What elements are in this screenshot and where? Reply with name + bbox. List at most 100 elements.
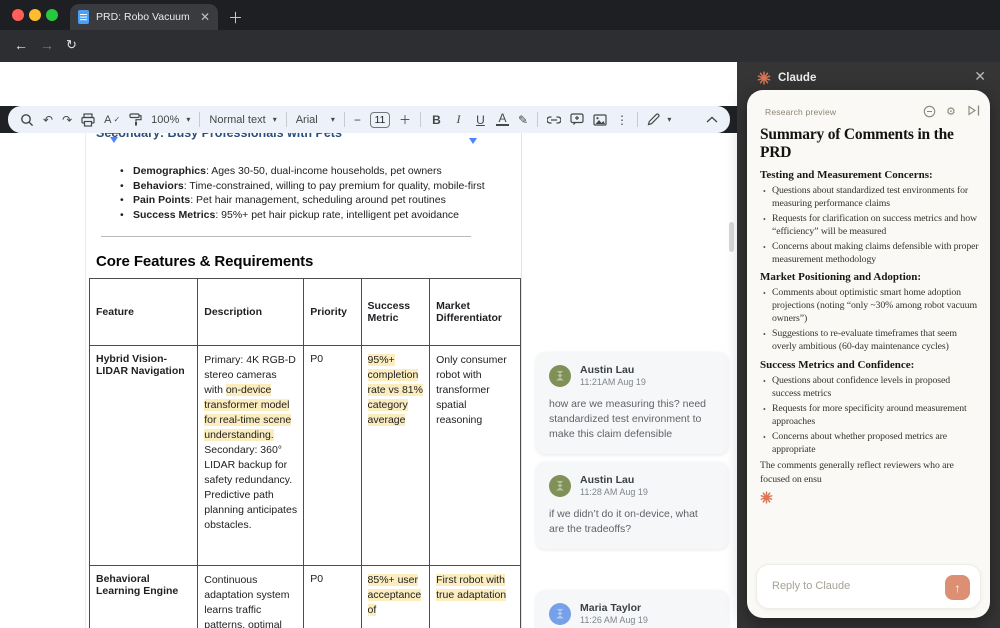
claude-sections: Testing and Measurement Concerns:Questio… [760,169,979,456]
tab-close-icon[interactable]: ✕ [200,10,210,24]
divider [286,112,287,127]
settings-gear-icon[interactable]: ⚙ [946,105,956,118]
font-size-input[interactable]: 11 [370,112,390,128]
paragraph-style-select[interactable]: Normal text ▾ [209,114,276,126]
claude-bullet: Requests for more specificity around mea… [760,403,979,429]
claude-panel: Claude ✕ Research preview ⚙ Summary of C… [737,62,1000,628]
table-row: Behavioral Learning EngineContinuous ada… [90,566,521,628]
persona-bullet-list: Demographics: Ages 30-50, dual-income ho… [133,164,485,222]
document-page[interactable]: Secondary: Busy Professionals with Pets … [85,133,522,628]
window-close-button[interactable] [12,9,24,21]
spellcheck-icon[interactable]: A✓ [104,114,120,126]
divider [420,112,421,127]
feedback-icon[interactable] [923,105,936,118]
claude-section-title: Success Metrics and Confidence: [760,359,979,371]
insert-link-icon[interactable] [547,116,561,124]
comment-text: how are we measuring this? need standard… [549,397,715,442]
claude-bullet-list: Comments about optimistic smart home ado… [760,287,979,354]
decrease-font-icon[interactable]: − [354,113,361,127]
window-minimize-button[interactable] [29,9,41,21]
undo-icon[interactable]: ↶ [43,113,53,127]
increase-font-icon[interactable]: ＋ [399,111,411,128]
insert-image-icon[interactable] [593,114,607,126]
cell-market-differentiator: Only consumer robot with transformer spa… [430,346,521,566]
send-button[interactable]: ↑ [945,575,970,600]
doc-scrollbar-thumb[interactable] [729,222,734,252]
claude-panel-title: Claude [778,72,816,84]
claude-panel-header: Claude [757,71,816,85]
docs-header: PRD: Robo Vacuum @ ☆ ☁ FileEditViewInser… [0,62,737,106]
response-closing-text: The comments generally reflect reviewers… [760,459,979,486]
claude-bullet: Concerns about whether proposed metrics … [760,431,979,457]
comment-timestamp: 11:21AM Aug 19 [580,377,646,387]
comment-header: Austin Lau11:28 AM Aug 19 [549,474,715,497]
hide-menus-icon[interactable] [706,116,718,123]
add-comment-icon[interactable] [570,113,584,126]
response-heading: Summary of Comments in the PRD [760,126,979,162]
collapse-panel-icon[interactable] [968,105,980,116]
heading-collapse-icon-right[interactable] [469,138,477,144]
doc-bullet-item: Pain Points: Pet hair management, schedu… [133,193,485,208]
claude-card: Research preview ⚙ Summary of Comments i… [747,90,990,618]
comment-meta: Maria Taylor11:26 AM Aug 19 [580,602,648,625]
divider [199,112,200,127]
redo-icon[interactable]: ↷ [62,113,72,127]
cell-description: Continuous adaptation system learns traf… [198,566,304,628]
window-zoom-button[interactable] [46,9,58,21]
cell-priority: P0 [304,346,361,566]
doc-bullet-item: Behaviors: Time-constrained, willing to … [133,179,485,194]
font-select[interactable]: Arial ▾ [296,114,335,126]
forward-icon[interactable]: → [40,37,54,53]
divider [637,112,638,127]
comment-header: Maria Taylor11:26 AM Aug 19 [549,602,715,625]
claude-bullet: Requests for clarification on success me… [760,213,979,239]
table-header-cell: Description [198,279,304,346]
divider [344,112,345,127]
browser-tab[interactable]: PRD: Robo Vacuum ✕ [70,4,218,30]
highlight-color-icon[interactable]: ✎ [518,113,528,127]
comment-card[interactable]: Maria Taylor11:26 AM Aug 19 [536,590,728,628]
comment-timestamp: 11:26 AM Aug 19 [580,615,648,625]
search-menus-icon[interactable] [20,113,34,127]
comment-card[interactable]: Austin Lau11:28 AM Aug 19if we didn’t do… [536,462,728,549]
cell-feature: Behavioral Learning Engine [90,566,198,628]
editing-mode-select[interactable]: ▾ [647,113,671,127]
docs-toolbar: ↶ ↷ A✓ 100% ▾ Normal text ▾ Arial ▾ − 11… [8,106,730,133]
tab-title: PRD: Robo Vacuum [96,11,193,23]
cell-priority: P0 [304,566,361,628]
bold-icon[interactable]: B [430,113,443,127]
table-header-cell: Market Differentiator [430,279,521,346]
divider [537,112,538,127]
claude-logo-icon [757,71,771,85]
close-panel-icon[interactable]: ✕ [974,68,986,85]
doc-bullet-item: Success Metrics: 95%+ pet hair pickup ra… [133,208,485,223]
streaming-indicator-icon [760,491,979,504]
more-tools-icon[interactable]: ⋮ [616,113,628,127]
section-heading: Core Features & Requirements [96,253,313,270]
comment-author: Austin Lau [580,364,646,376]
commenter-avatar [549,603,571,625]
cell-feature: Hybrid Vision-LIDAR Navigation [90,346,198,566]
italic-icon[interactable]: I [452,112,465,127]
claude-section-title: Market Positioning and Adoption: [760,271,979,283]
reload-icon[interactable]: ↻ [66,37,77,53]
cell-description: Primary: 4K RGB-D stereo cameras with on… [198,346,304,566]
claude-bullet-list: Questions about confidence levels in pro… [760,375,979,456]
zoom-select[interactable]: 100% ▾ [151,114,190,126]
cell-success-metric: 95%+ completion rate vs 81% category ave… [361,346,430,566]
table-row: Hybrid Vision-LIDAR NavigationPrimary: 4… [90,346,521,566]
claude-reply-input[interactable]: Reply to Claude ↑ [756,564,981,609]
docs-favicon [78,10,89,24]
research-preview-badge: Research preview [765,107,836,117]
paint-format-icon[interactable] [129,113,142,126]
claude-bullet: Concerns about making claims defensible … [760,241,979,267]
doc-bullet-item: Demographics: Ages 30-50, dual-income ho… [133,164,485,179]
commenter-avatar [549,365,571,387]
underline-icon[interactable]: U [474,113,487,127]
table-header-cell: Priority [304,279,361,346]
new-tab-button[interactable]: ＋ [228,7,243,28]
back-icon[interactable]: ← [14,37,28,53]
comment-card[interactable]: Austin Lau11:21AM Aug 19 how are we measu… [536,352,728,454]
text-color-icon[interactable]: A [496,113,509,126]
print-icon[interactable] [81,113,95,127]
